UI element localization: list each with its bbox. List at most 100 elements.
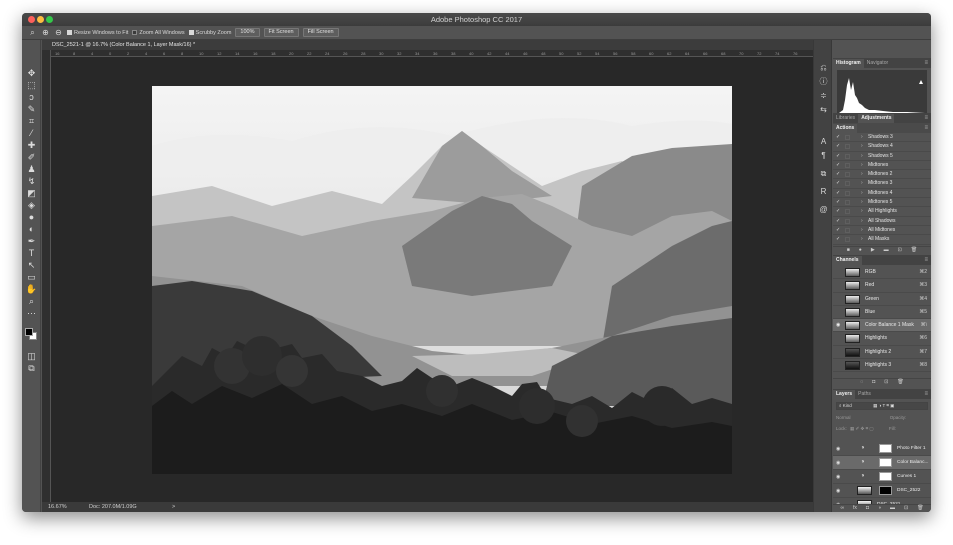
action-item[interactable]: ✓ › Shadows 3 — [833, 133, 931, 143]
actions-panel-icon[interactable]: R — [817, 186, 830, 197]
hand-tool-icon[interactable]: ✋ — [25, 283, 38, 295]
trash-icon[interactable]: 🗑 — [911, 247, 917, 254]
marquee-tool-icon[interactable]: ⬚ — [25, 79, 38, 91]
healing-brush-tool-icon[interactable]: ✚ — [25, 139, 38, 151]
trash-icon[interactable]: 🗑 — [897, 379, 903, 386]
lock-icons[interactable]: ▦ ✐ ✥ ⌗ ▢ — [848, 426, 874, 431]
status-menu-arrow[interactable]: > — [172, 502, 175, 512]
new-set-icon[interactable]: ▬ — [884, 247, 889, 254]
check-icon[interactable]: ✓ — [836, 207, 840, 216]
eraser-tool-icon[interactable]: ◩ — [25, 187, 38, 199]
dodge-tool-icon[interactable]: ◐ — [25, 223, 38, 235]
zoom-out-icon[interactable]: ⊖ — [54, 28, 63, 37]
layer-mask-thumbnail[interactable] — [879, 458, 892, 467]
fill-label[interactable]: Fill: — [875, 426, 896, 431]
dialog-toggle-icon[interactable] — [845, 172, 850, 178]
check-icon[interactable]: ✓ — [836, 142, 840, 151]
action-item[interactable]: ✓ › Midtones — [833, 161, 931, 171]
tab-histogram[interactable]: Histogram — [833, 59, 864, 68]
new-adjustment-icon[interactable]: ◑ — [878, 505, 881, 512]
quick-mask-icon[interactable]: ◫ — [25, 350, 38, 362]
check-icon[interactable]: ✓ — [836, 170, 840, 179]
action-item[interactable]: ✓ › Shadows 5 — [833, 152, 931, 161]
check-icon[interactable]: ✓ — [836, 226, 840, 235]
tab-channels[interactable]: Channels — [833, 256, 862, 265]
action-item[interactable]: ✓ › All Shadows — [833, 217, 931, 226]
new-channel-icon[interactable]: ⊡ — [884, 379, 888, 386]
zoom-tool-icon[interactable]: ⌕ — [28, 28, 37, 37]
channel-row[interactable]: ◉ Color Balance 1 Mask ⌘\ — [833, 319, 931, 333]
dialog-toggle-icon[interactable] — [845, 227, 850, 233]
dialog-toggle-icon[interactable] — [845, 135, 850, 140]
panel-menu-icon[interactable]: ≡ — [924, 114, 928, 122]
zoom-100-button[interactable]: 100% — [235, 28, 260, 37]
action-item[interactable]: ✓ › All Masks — [833, 235, 931, 245]
new-action-icon[interactable]: ⊡ — [898, 247, 902, 254]
screen-mode-icon[interactable]: ⧉ — [25, 362, 38, 374]
dialog-toggle-icon[interactable] — [845, 218, 850, 224]
visibility-eye-icon[interactable]: ◉ — [836, 484, 840, 498]
panel-menu-icon[interactable]: ≡ — [924, 124, 928, 132]
quick-select-tool-icon[interactable]: ✎ — [25, 103, 38, 115]
horizontal-ruler[interactable]: 16 8 4 0 2 4 6 8 10 12 14 16 18 20 22 24 26 28 30 32 34 36 38 4… — [51, 50, 813, 57]
zoom-tool-icon[interactable]: ⌕ — [25, 295, 38, 307]
check-icon[interactable]: ✓ — [836, 198, 840, 207]
action-item[interactable]: ✓ › All Midtones — [833, 226, 931, 236]
clone-stamp-tool-icon[interactable]: ♟ — [25, 163, 38, 175]
fx-icon[interactable]: fx — [853, 505, 857, 512]
paragraph-panel-icon[interactable]: ¶ — [817, 150, 830, 161]
chevron-right-icon[interactable]: › — [861, 235, 863, 244]
panel-menu-icon[interactable]: ≡ — [924, 390, 928, 398]
layer-row[interactable]: ◉ DSC_2522 — [833, 484, 931, 498]
info-panel-icon[interactable]: ⓘ — [817, 76, 830, 87]
tab-navigator[interactable]: Navigator — [864, 59, 891, 68]
check-icon[interactable]: ✓ — [836, 152, 840, 161]
trash-icon[interactable]: 🗑 — [917, 505, 923, 512]
visibility-eye-icon[interactable]: ◉ — [836, 442, 840, 456]
chevron-right-icon[interactable]: › — [861, 198, 863, 207]
document-tab[interactable]: DSC_2521-1 @ 16.7% (Color Balance 1, Lay… — [42, 40, 813, 50]
check-icon[interactable]: ✓ — [836, 179, 840, 188]
action-item[interactable]: ✓ › Midtones 4 — [833, 189, 931, 199]
tab-paths[interactable]: Paths — [855, 390, 874, 399]
paint-bucket-tool-icon[interactable]: ◈ — [25, 199, 38, 211]
layer-row[interactable]: ◉ ◑ Curves 1 — [833, 470, 931, 484]
dialog-toggle-icon[interactable] — [845, 181, 850, 187]
layer-mask-thumbnail[interactable] — [879, 486, 892, 495]
dialog-toggle-icon[interactable] — [845, 237, 850, 243]
history-brush-tool-icon[interactable]: ↯ — [25, 175, 38, 187]
check-icon[interactable]: ✓ — [836, 217, 840, 226]
crop-tool-icon[interactable]: ⌗ — [25, 115, 38, 127]
action-item[interactable]: ✓ › Midtones 5 — [833, 198, 931, 208]
visibility-eye-icon[interactable]: ◉ — [836, 456, 840, 470]
layer-kind-filter[interactable]: ⌕ Kind ▦ ◑ T ⌗ ▣ — [836, 402, 928, 410]
action-item[interactable]: ✓ › Midtones 2 — [833, 170, 931, 180]
close-window-button[interactable] — [28, 16, 35, 23]
scrubby-zoom-checkbox[interactable]: Scrubby Zoom — [188, 30, 231, 36]
action-item[interactable]: ✓ › All Highlights — [833, 207, 931, 217]
lasso-tool-icon[interactable]: ↄ — [25, 91, 38, 103]
chevron-right-icon[interactable]: › — [861, 207, 863, 216]
visibility-eye-icon[interactable]: ◉ — [836, 470, 840, 484]
history-panel-icon[interactable]: ⎌ — [817, 62, 830, 73]
check-icon[interactable]: ✓ — [836, 161, 840, 170]
type-tool-icon[interactable]: T — [25, 247, 38, 259]
channel-row[interactable]: Blue ⌘5 — [833, 306, 931, 320]
tab-adjustments[interactable]: Adjustments — [858, 114, 895, 123]
opacity-label[interactable]: Opacity: — [852, 415, 907, 420]
play-icon[interactable]: ▶ — [871, 247, 875, 254]
character-panel-icon[interactable]: A — [817, 136, 830, 147]
clone-source-panel-icon[interactable]: ⧉ — [817, 168, 830, 179]
layer-mask-thumbnail[interactable] — [879, 444, 892, 453]
document-image[interactable] — [152, 86, 732, 474]
pen-tool-icon[interactable]: ✒ — [25, 235, 38, 247]
layer-mask-thumbnail[interactable] — [879, 472, 892, 481]
check-icon[interactable]: ✓ — [836, 189, 840, 198]
glyphs-panel-icon[interactable]: @ — [817, 204, 830, 215]
visibility-eye-icon[interactable]: ◉ — [836, 319, 840, 332]
chevron-right-icon[interactable]: › — [861, 161, 863, 170]
tab-actions[interactable]: Actions — [833, 124, 858, 133]
new-layer-icon[interactable]: ⊡ — [904, 505, 908, 512]
channel-row[interactable]: RGB ⌘2 — [833, 266, 931, 280]
resize-windows-checkbox[interactable]: Resize Windows to Fit — [67, 30, 128, 36]
